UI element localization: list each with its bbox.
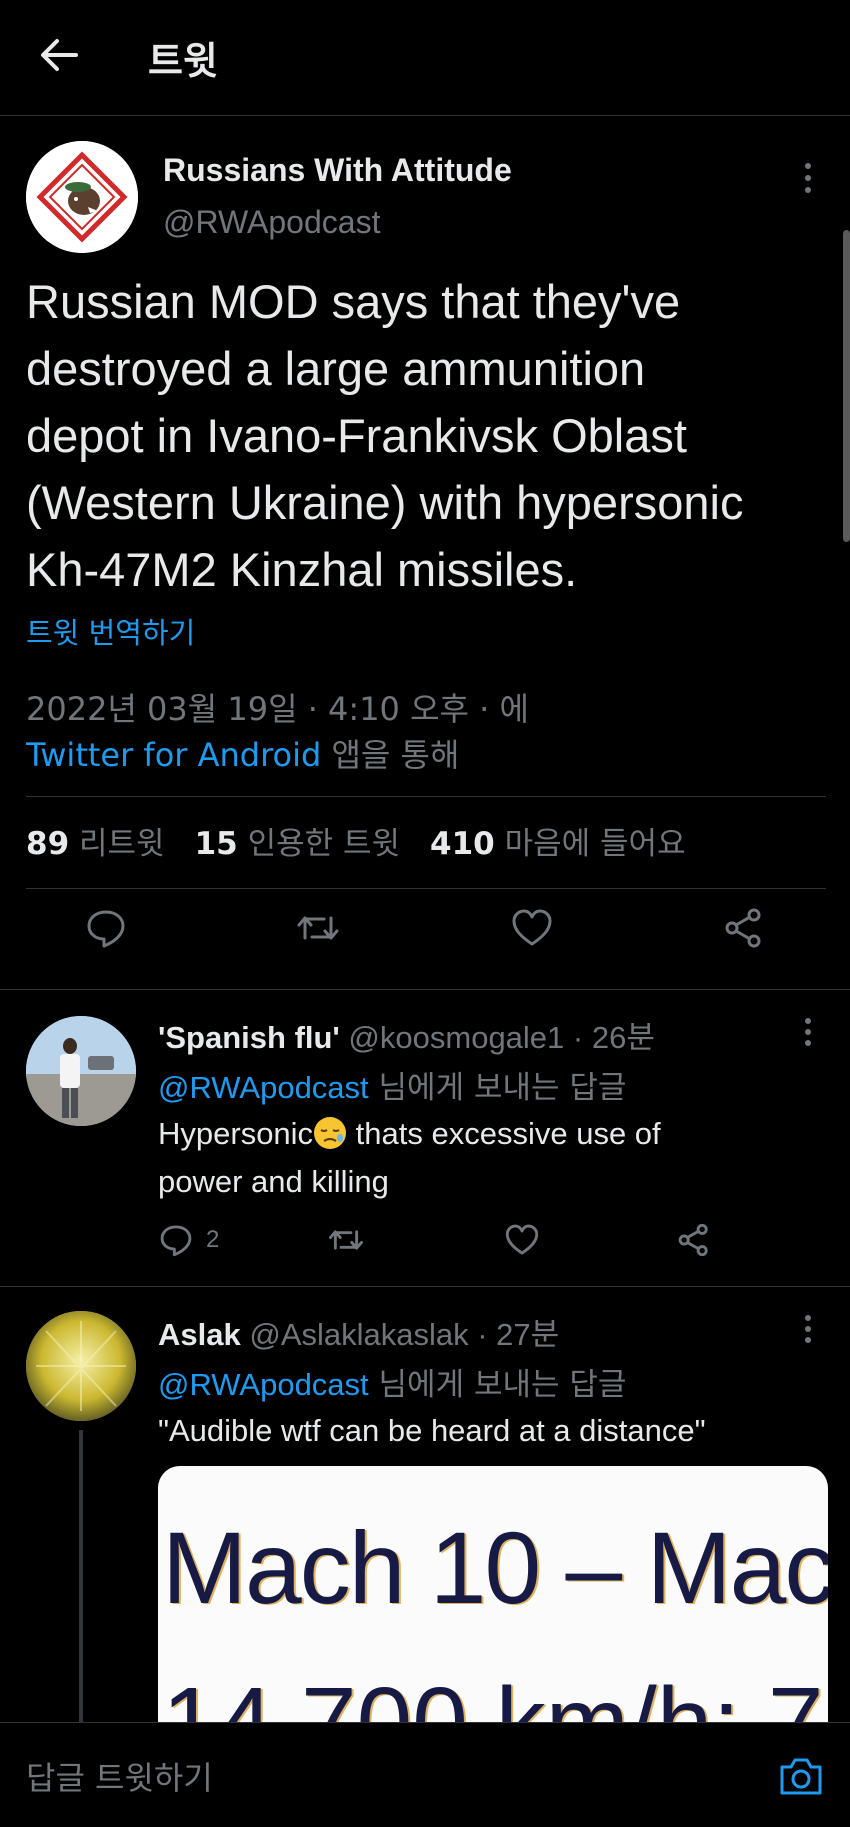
quotes-stat[interactable]: 15 인용한 트윗 [195,818,408,863]
reply-count: 2 [206,1226,220,1253]
reply-text-part: thats excessive use of [347,1116,661,1151]
retweet-button[interactable] [296,906,340,950]
tweet-source: Twitter for Android 앱을 통해 [26,730,459,776]
quotes-count: 15 [194,826,238,862]
translate-tweet-link[interactable]: 트윗 번역하기 [26,610,195,652]
reply-compose-input[interactable]: 답글 트윗하기 [26,1753,213,1799]
user-photo-icon [26,1311,136,1421]
tweet-text-line: (Western Ukraine) with hypersonic [26,476,744,529]
thread-connector-line [79,1430,83,1722]
main-tweet: Russians With Attitude @RWApodcast Russi… [0,116,850,990]
user-photo-icon [26,1016,136,1126]
divider [26,796,826,797]
top-bar: 트윗 [0,0,850,116]
arrow-left-icon [41,39,78,71]
share-icon [725,908,761,948]
like-button[interactable] [504,1222,540,1258]
back-button[interactable] [38,34,80,76]
compose-bar: 답글 트윗하기 [0,1722,850,1827]
retweet-button[interactable] [328,1222,364,1258]
reply-button[interactable]: 2 [158,1222,219,1258]
reply-text-line: power and killing [158,1164,389,1199]
reply-author-name[interactable]: Aslak [158,1317,241,1352]
reply-icon [87,910,125,948]
reply-author-name[interactable]: 'Spanish flu' [158,1020,340,1055]
reply-text-part: Hypersonic [158,1116,314,1151]
author-handle[interactable]: @RWApodcast [163,204,380,241]
like-button[interactable] [510,906,554,950]
page-title: 트윗 [148,39,218,83]
author-name[interactable]: Russians With Attitude [163,152,512,189]
media-text-line: Mach 10 – Mac [162,1511,828,1625]
retweets-label: 리트윗 [79,826,165,862]
avatar[interactable] [26,1016,136,1126]
rwa-logo-icon [26,141,138,253]
camera-icon [780,1758,822,1795]
tweet-text-line: destroyed a large ammunition [26,342,646,395]
retweets-count: 89 [26,826,70,862]
retweet-icon [297,916,339,940]
retweet-icon [329,1230,363,1250]
sad-face-emoji-icon [313,1116,347,1150]
tweet-actions [0,906,850,966]
reply-to-suffix: 님에게 보내는 답글 [368,1367,627,1403]
likes-label: 마음에 들어요 [504,826,686,862]
reply-text-line: Hypersonic thats excessive use of [158,1110,838,1158]
reply-to: @RWApodcast 님에게 보내는 답글 [158,1062,626,1107]
likes-stat[interactable]: 410 마음에 들어요 [430,818,694,863]
more-options-button[interactable] [800,1311,816,1347]
likes-count: 410 [430,826,495,862]
retweets-stat[interactable]: 89 리트윗 [26,818,173,863]
tweet-text-line: Russian MOD says that they've [26,275,681,328]
avatar[interactable] [26,141,138,253]
reply-handle-time: @Aslaklakaslak · 27분 [240,1317,560,1352]
reply-text: "Audible wtf can be heard at a distance" [158,1413,706,1448]
reply-icon [160,1225,192,1257]
tweet-text-line: depot in Ivano-Frankivsk Oblast [26,409,687,462]
more-options-button[interactable] [800,1014,816,1050]
more-vertical-icon [805,1018,811,1046]
more-options-button[interactable] [798,158,818,198]
source-app-link[interactable]: Twitter for Android [26,736,321,774]
tweet-text-line: Kh-47M2 Kinzhal missiles. [26,543,578,596]
camera-button[interactable] [778,1755,824,1797]
reply-button[interactable] [84,906,128,950]
tweet-date[interactable]: 2022년 03월 19일 · 4:10 오후 · 에 [26,684,529,730]
more-vertical-icon [805,1315,811,1343]
avatar[interactable] [26,1311,136,1421]
reply-handle-time: @koosmogale1 · 26분 [339,1020,655,1055]
share-button[interactable] [676,1222,712,1258]
reply-actions: 2 [158,1222,758,1262]
reply-to: @RWApodcast 님에게 보내는 답글 [158,1359,626,1404]
share-button[interactable] [722,906,766,950]
reply-header: 'Spanish flu' @koosmogale1 · 26분 [158,1012,655,1057]
heart-icon [512,909,552,946]
share-icon [678,1223,708,1257]
heart-icon [505,1224,539,1255]
tweet-text: Russian MOD says that they've destroyed … [26,268,836,603]
media-image[interactable]: Mach 10 – Mac 14,700 km/h; 7 [158,1466,828,1736]
quotes-label: 인용한 트윗 [247,826,401,862]
reply-header: Aslak @Aslaklakaslak · 27분 [158,1309,559,1354]
tweet-stats: 89 리트윗 15 인용한 트윗 410 마음에 들어요 [26,818,694,863]
reply-to-suffix: 님에게 보내는 답글 [368,1070,627,1106]
reply-text: Hypersonic thats excessive use of power … [158,1110,838,1206]
reply-to-handle[interactable]: @RWApodcast [158,1367,369,1402]
reply-tweet[interactable]: 'Spanish flu' @koosmogale1 · 26분 @RWApod… [0,990,850,1287]
reply-to-handle[interactable]: @RWApodcast [158,1070,369,1105]
more-vertical-icon [805,163,811,193]
source-suffix: 앱을 통해 [321,736,460,774]
divider [26,888,826,889]
